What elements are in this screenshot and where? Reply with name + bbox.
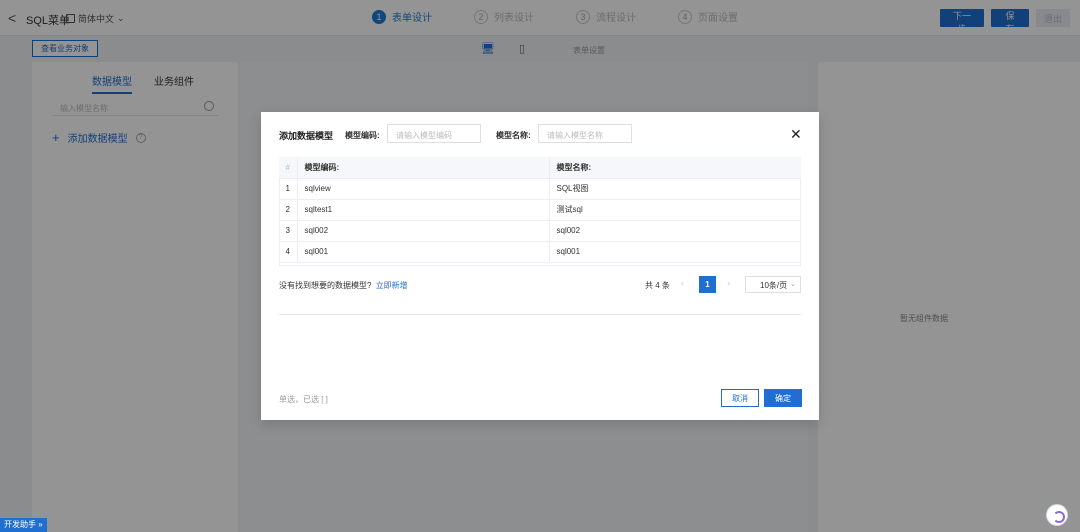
table-row[interactable]: 1 sqlview SQL视图	[279, 178, 801, 200]
page-number-current[interactable]: 1	[699, 276, 716, 293]
column-header-index: #	[279, 157, 298, 179]
create-new-link[interactable]: 立即新增	[376, 281, 408, 290]
row-index: 2	[279, 199, 298, 221]
row-code: sql002	[297, 220, 550, 242]
row-index: 4	[279, 241, 298, 263]
dev-helper-button[interactable]: 开发助手 »	[0, 518, 47, 532]
add-data-model-dialog: 添加数据模型 模型编码: 请输入模型编码 模型名称: 请输入模型名称 ✕ # 模…	[261, 112, 819, 420]
pagination-total: 共 4 条	[645, 281, 670, 290]
close-icon[interactable]: ✕	[790, 126, 802, 143]
row-code: sqltest1	[297, 199, 550, 221]
selection-info: 单选，已选 [ ]	[279, 395, 328, 404]
page-size-value: 10条/页	[760, 281, 788, 290]
not-found-hint: 没有找到想要的数据模型? 立即新增	[279, 280, 408, 291]
row-name: SQL视图	[549, 178, 801, 200]
row-name: sql001	[549, 241, 801, 263]
table-row[interactable]: 4 sql001 sql001	[279, 241, 801, 263]
model-code-input[interactable]: 请输入模型编码	[387, 124, 481, 143]
row-index: 1	[279, 178, 298, 200]
column-header-code: 模型编码:	[297, 157, 550, 179]
confirm-button[interactable]: 确定	[764, 389, 802, 407]
model-name-label: 模型名称:	[496, 131, 531, 140]
model-name-input[interactable]: 请输入模型名称	[538, 124, 632, 143]
table-row[interactable]: 3 sql002 sql002	[279, 220, 801, 242]
model-code-label: 模型编码:	[345, 131, 380, 140]
assistant-fab-icon[interactable]	[1046, 504, 1068, 526]
not-found-text: 没有找到想要的数据模型?	[279, 281, 372, 290]
row-name: sql002	[549, 220, 801, 242]
row-code: sql001	[297, 241, 550, 263]
dialog-title: 添加数据模型	[279, 131, 334, 141]
row-index: 3	[279, 220, 298, 242]
chevron-down-icon: ⌄	[790, 281, 796, 288]
row-name: 测试sql	[549, 199, 801, 221]
model-table: # 模型编码: 模型名称: 1 sqlview SQL视图 2 sqltest1…	[279, 157, 801, 263]
divider	[279, 314, 801, 315]
cancel-button[interactable]: 取消	[721, 389, 759, 407]
prev-page-icon[interactable]: ‹	[681, 278, 684, 288]
page-size-select[interactable]: 10条/页 ⌄	[745, 276, 801, 293]
column-header-name: 模型名称:	[549, 157, 801, 179]
row-code: sqlview	[297, 178, 550, 200]
table-row[interactable]: 2 sqltest1 测试sql	[279, 199, 801, 221]
next-page-icon[interactable]: ›	[727, 278, 730, 288]
